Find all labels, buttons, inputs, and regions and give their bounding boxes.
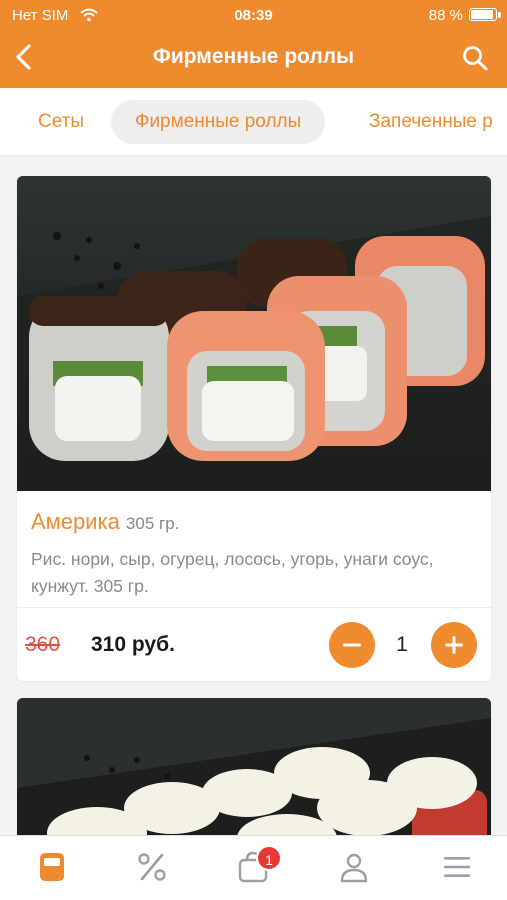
increase-quantity-button[interactable] bbox=[431, 622, 477, 668]
product-name[interactable]: Америка 305 гр. bbox=[31, 509, 179, 535]
product-weight: 305 гр. bbox=[125, 514, 180, 533]
bottom-tab-bar bbox=[0, 835, 507, 900]
product-card[interactable] bbox=[17, 698, 491, 858]
product-image bbox=[17, 698, 491, 858]
app-header: Нет SIM 08:39 88 % Фирменные роллы bbox=[0, 0, 507, 88]
current-price: 310 руб. bbox=[91, 633, 175, 656]
product-card[interactable]: Америка 305 гр. Рис. нори, сыр, огурец, л… bbox=[17, 176, 491, 681]
status-bar: Нет SIM 08:39 88 % bbox=[0, 0, 507, 30]
product-image bbox=[17, 176, 491, 491]
card-divider bbox=[17, 607, 491, 608]
tab-baked-rolls[interactable]: Запеченные р bbox=[369, 100, 493, 144]
search-icon[interactable] bbox=[461, 44, 489, 72]
battery-icon bbox=[469, 8, 497, 21]
page-title: Фирменные роллы bbox=[152, 45, 355, 68]
plus-icon bbox=[445, 636, 463, 654]
tab-sets[interactable]: Сеты bbox=[38, 100, 84, 144]
profile-icon[interactable] bbox=[337, 850, 371, 884]
percent-icon[interactable] bbox=[135, 850, 169, 884]
battery-percent: 88 % bbox=[428, 7, 463, 24]
hamburger-icon[interactable] bbox=[440, 850, 474, 884]
old-price: 360 bbox=[25, 633, 61, 656]
tab-signature-rolls[interactable]: Фирменные роллы bbox=[111, 100, 326, 144]
minus-icon bbox=[343, 643, 361, 647]
menu-icon[interactable] bbox=[35, 850, 69, 884]
product-description: Рис. нори, сыр, огурец, лосось, угорь, у… bbox=[31, 549, 434, 596]
category-tabs: Сеты Фирменные роллы Запеченные р bbox=[0, 88, 507, 156]
quantity-value: 1 bbox=[396, 633, 408, 656]
cart-badge: 1 bbox=[256, 845, 282, 871]
decrease-quantity-button[interactable] bbox=[329, 622, 375, 668]
